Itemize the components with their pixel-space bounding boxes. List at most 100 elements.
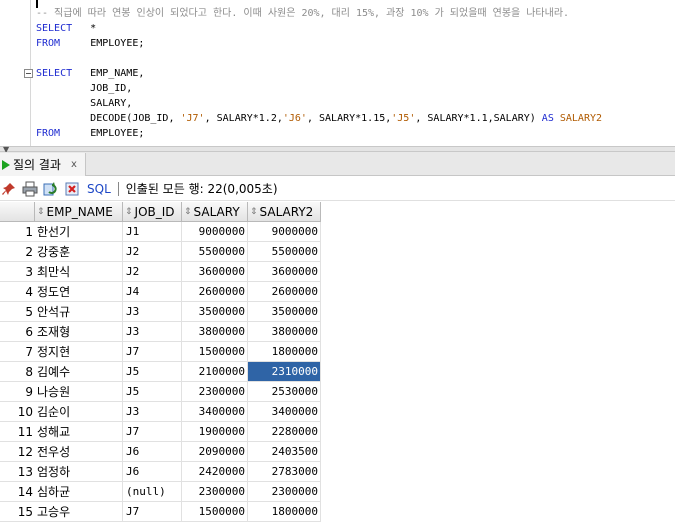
cell-job-id[interactable]: J6 xyxy=(123,462,182,482)
column-header-emp-name[interactable]: ⇕ EMP_NAME xyxy=(35,202,123,222)
cell-job-id[interactable]: J7 xyxy=(123,502,182,522)
code-line[interactable]: DECODE(JOB_ID, 'J7', SALARY*1.2,'J6', SA… xyxy=(36,111,602,126)
fold-toggle-icon[interactable] xyxy=(24,69,33,78)
table-row[interactable]: 14 심하균 (null) 2300000 2300000 xyxy=(0,482,321,502)
cell-emp-name[interactable]: 나승원 xyxy=(35,382,123,402)
cell-job-id[interactable]: (null) xyxy=(123,482,182,502)
cell-job-id[interactable]: J4 xyxy=(123,282,182,302)
cell-salary2[interactable]: 2300000 xyxy=(248,482,321,502)
cell-emp-name[interactable]: 안석규 xyxy=(35,302,123,322)
cell-salary[interactable]: 2300000 xyxy=(182,382,248,402)
table-row[interactable]: 5 안석규 J3 3500000 3500000 xyxy=(0,302,321,322)
table-row[interactable]: 8 김예수 J5 2100000 2310000 xyxy=(0,362,321,382)
code-line[interactable] xyxy=(36,51,602,66)
code-line[interactable]: JOB_ID, xyxy=(36,81,602,96)
table-row[interactable]: 2 강중훈 J2 5500000 5500000 xyxy=(0,242,321,262)
cell-salary2[interactable]: 1800000 xyxy=(248,342,321,362)
cell-salary2[interactable]: 2403500 xyxy=(248,442,321,462)
sql-editor[interactable]: -- 직급에 따라 연봉 인상이 되었다고 한다. 이때 사원은 20%, 대리… xyxy=(0,0,675,146)
result-grid[interactable]: ⇕ EMP_NAME ⇕ JOB_ID ⇕ SALARY ⇕ SALARY2 1… xyxy=(0,202,675,524)
cell-salary2[interactable]: 2310000 xyxy=(248,362,321,382)
column-header-job-id[interactable]: ⇕ JOB_ID xyxy=(123,202,182,222)
table-row[interactable]: 7 정지현 J7 1500000 1800000 xyxy=(0,342,321,362)
cell-emp-name[interactable]: 성해교 xyxy=(35,422,123,442)
refresh-icon[interactable] xyxy=(42,180,60,198)
cell-salary[interactable]: 1900000 xyxy=(182,422,248,442)
cell-salary2[interactable]: 9000000 xyxy=(248,222,321,242)
cell-salary[interactable]: 2090000 xyxy=(182,442,248,462)
pin-icon[interactable] xyxy=(0,180,18,198)
cell-salary2[interactable]: 2783000 xyxy=(248,462,321,482)
cell-salary2[interactable]: 3400000 xyxy=(248,402,321,422)
cell-emp-name[interactable]: 엄정하 xyxy=(35,462,123,482)
cell-job-id[interactable]: J6 xyxy=(123,442,182,462)
cell-salary2[interactable]: 5500000 xyxy=(248,242,321,262)
table-row[interactable]: 13 엄정하 J6 2420000 2783000 xyxy=(0,462,321,482)
table-row[interactable]: 6 조재형 J3 3800000 3800000 xyxy=(0,322,321,342)
cell-job-id[interactable]: J7 xyxy=(123,342,182,362)
cell-emp-name[interactable]: 한선기 xyxy=(35,222,123,242)
cell-job-id[interactable]: J3 xyxy=(123,302,182,322)
table-row[interactable]: 9 나승원 J5 2300000 2530000 xyxy=(0,382,321,402)
cell-salary2[interactable]: 2600000 xyxy=(248,282,321,302)
table-row[interactable]: 10 김순이 J3 3400000 3400000 xyxy=(0,402,321,422)
print-icon[interactable] xyxy=(21,180,39,198)
cell-salary[interactable]: 2300000 xyxy=(182,482,248,502)
cell-salary[interactable]: 2420000 xyxy=(182,462,248,482)
cell-emp-name[interactable]: 최만식 xyxy=(35,262,123,282)
code-area[interactable]: -- 직급에 따라 연봉 인상이 되었다고 한다. 이때 사원은 20%, 대리… xyxy=(36,6,602,141)
cell-emp-name[interactable]: 정지현 xyxy=(35,342,123,362)
cell-salary2[interactable]: 1800000 xyxy=(248,502,321,522)
cell-salary[interactable]: 3500000 xyxy=(182,302,248,322)
cell-job-id[interactable]: J5 xyxy=(123,362,182,382)
cell-salary[interactable]: 3600000 xyxy=(182,262,248,282)
cell-emp-name[interactable]: 김예수 xyxy=(35,362,123,382)
cell-salary[interactable]: 2600000 xyxy=(182,282,248,302)
cell-salary[interactable]: 2100000 xyxy=(182,362,248,382)
delete-icon[interactable] xyxy=(63,180,81,198)
cell-emp-name[interactable]: 정도연 xyxy=(35,282,123,302)
cell-salary[interactable]: 3800000 xyxy=(182,322,248,342)
table-row[interactable]: 4 정도연 J4 2600000 2600000 xyxy=(0,282,321,302)
cell-salary[interactable]: 5500000 xyxy=(182,242,248,262)
cell-job-id[interactable]: J2 xyxy=(123,262,182,282)
cell-job-id[interactable]: J3 xyxy=(123,322,182,342)
cell-salary2[interactable]: 3800000 xyxy=(248,322,321,342)
cell-job-id[interactable]: J1 xyxy=(123,222,182,242)
tab-query-result[interactable]: 질의 결과 x xyxy=(0,153,86,176)
cell-emp-name[interactable]: 김순이 xyxy=(35,402,123,422)
tab-close-icon[interactable]: x xyxy=(71,159,77,170)
cell-salary2[interactable]: 2280000 xyxy=(248,422,321,442)
cell-job-id[interactable]: J2 xyxy=(123,242,182,262)
code-line[interactable]: SALARY, xyxy=(36,96,602,111)
code-line[interactable]: SELECT EMP_NAME, xyxy=(36,66,602,81)
table-row[interactable]: 3 최만식 J2 3600000 3600000 xyxy=(0,262,321,282)
cell-salary[interactable]: 1500000 xyxy=(182,502,248,522)
table-row[interactable]: 1 한선기 J1 9000000 9000000 xyxy=(0,222,321,242)
table-row[interactable]: 11 성해교 J7 1900000 2280000 xyxy=(0,422,321,442)
cell-emp-name[interactable]: 강중훈 xyxy=(35,242,123,262)
table-row[interactable]: 12 전우성 J6 2090000 2403500 xyxy=(0,442,321,462)
cell-emp-name[interactable]: 고승우 xyxy=(35,502,123,522)
column-header-salary[interactable]: ⇕ SALARY xyxy=(182,202,248,222)
column-header-salary2[interactable]: ⇕ SALARY2 xyxy=(248,202,321,222)
cell-salary2[interactable]: 3500000 xyxy=(248,302,321,322)
cell-job-id[interactable]: J3 xyxy=(123,402,182,422)
cell-salary[interactable]: 1500000 xyxy=(182,342,248,362)
cell-emp-name[interactable]: 전우성 xyxy=(35,442,123,462)
code-line[interactable]: SELECT * xyxy=(36,21,602,36)
cell-job-id[interactable]: J5 xyxy=(123,382,182,402)
cell-salary[interactable]: 9000000 xyxy=(182,222,248,242)
cell-job-id[interactable]: J7 xyxy=(123,422,182,442)
code-line[interactable]: FROM EMPLOYEE; xyxy=(36,36,602,51)
cell-salary2[interactable]: 2530000 xyxy=(248,382,321,402)
cell-emp-name[interactable]: 심하균 xyxy=(35,482,123,502)
code-line[interactable]: -- 직급에 따라 연봉 인상이 되었다고 한다. 이때 사원은 20%, 대리… xyxy=(36,6,602,21)
table-row[interactable]: 15 고승우 J7 1500000 1800000 xyxy=(0,502,321,522)
cell-emp-name[interactable]: 조재형 xyxy=(35,322,123,342)
cell-salary[interactable]: 3400000 xyxy=(182,402,248,422)
code-line[interactable]: FROM EMPLOYEE; xyxy=(36,126,602,141)
sql-keyword: FROM xyxy=(36,128,61,139)
cell-salary2[interactable]: 3600000 xyxy=(248,262,321,282)
sql-button[interactable]: SQL xyxy=(87,182,111,196)
